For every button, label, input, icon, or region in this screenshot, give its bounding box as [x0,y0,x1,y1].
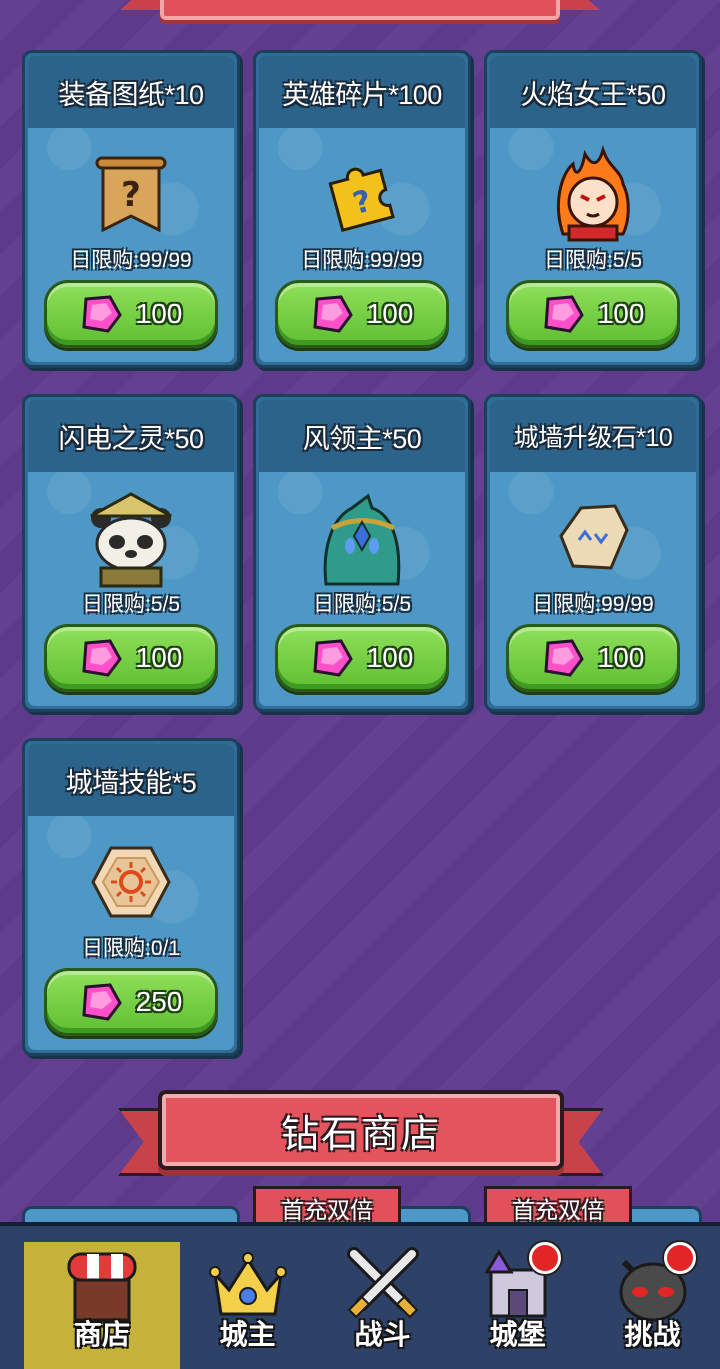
gem-icon [544,295,584,333]
item-title: 火焰女王*50 [520,79,666,110]
item-title: 风领主*50 [302,423,422,454]
daily-limit-text: 日限购:5/5 [81,593,181,616]
gem-icon [313,639,353,677]
notification-badge [663,1242,696,1274]
price-label: 100 [135,642,183,673]
rune-stone-icon [538,488,648,588]
castle-icon [475,1242,561,1324]
notification-badge [528,1242,561,1274]
nav-tab-shop[interactable]: 商店 [24,1242,180,1369]
fire-queen-portrait-icon [538,144,648,244]
item-title: 闪电之灵*50 [58,423,204,454]
price-label: 100 [597,642,645,673]
buy-button[interactable]: 100 [44,280,218,348]
top-banner-ribbon [120,0,600,30]
daily-limit-text: 日限购:99/99 [301,249,423,272]
price-label: 250 [135,986,183,1017]
buy-button[interactable]: 100 [44,624,218,692]
shop-item-card[interactable]: 闪电之灵*50 日限购:5/5 100 [22,394,240,712]
puzzle-piece-icon: ? [307,144,417,244]
nav-label: 挑战 [624,1319,681,1350]
diamond-shop-banner: 钻石商店 [118,1090,604,1190]
daily-limit-text: 日限购:99/99 [532,593,654,616]
nav-tab-lord[interactable]: 城主 [180,1226,315,1369]
item-title: 英雄碎片*100 [282,79,442,110]
shop-item-card[interactable]: 风领主*50 日限购:5/5 100 [253,394,471,712]
wind-lord-portrait-icon [307,488,417,588]
gem-icon [544,639,584,677]
nav-label: 商店 [73,1319,130,1350]
gem-icon [82,639,122,677]
price-label: 100 [366,298,414,329]
buy-button[interactable]: 100 [275,624,449,692]
nav-label: 战斗 [354,1319,411,1350]
shop-item-card[interactable]: 城墙升级石*10 日限购:99/99 100 [484,394,702,712]
sun-hexagon-skill-icon [76,832,186,932]
panda-warrior-portrait-icon [76,488,186,588]
item-title: 装备图纸*10 [58,79,204,110]
gem-icon [313,295,353,333]
bottom-nav: 商店 城主 战斗 城堡 挑战 [0,1222,720,1369]
gem-icon [82,983,122,1021]
buy-button[interactable]: 100 [506,624,680,692]
demon-helmet-icon [610,1242,696,1324]
svg-text:?: ? [121,175,141,215]
shop-item-card[interactable]: 城墙技能*5 日限购:0/1 250 [22,738,240,1056]
price-label: 100 [597,298,645,329]
price-label: 100 [366,642,414,673]
crossed-swords-icon [340,1244,426,1324]
shop-item-card[interactable]: 火焰女王*50 日限购:5/5 100 [484,50,702,368]
item-title: 城墙技能*5 [65,767,197,798]
gem-icon [82,295,122,333]
shop-item-card[interactable]: 英雄碎片*100 ? 日限购:99/99 100 [253,50,471,368]
buy-button[interactable]: 100 [275,280,449,348]
nav-tab-battle[interactable]: 战斗 [315,1226,450,1369]
section-title: 钻石商店 [280,1113,441,1156]
nav-tab-challenge[interactable]: 挑战 [585,1226,720,1369]
daily-limit-text: 日限购:5/5 [312,593,412,616]
price-label: 100 [135,298,183,329]
nav-label: 城堡 [489,1319,546,1350]
crown-icon [205,1244,291,1324]
scroll-blueprint-icon: ? [76,144,186,244]
buy-button[interactable]: 250 [44,968,218,1036]
item-title: 城墙升级石*10 [513,424,673,452]
nav-tab-castle[interactable]: 城堡 [450,1226,585,1369]
buy-button[interactable]: 100 [506,280,680,348]
shop-item-card[interactable]: 装备图纸*10 ? 日限购:99/99 100 [22,50,240,368]
daily-limit-text: 日限购:99/99 [70,249,192,272]
daily-limit-text: 日限购:5/5 [543,249,643,272]
nav-label: 城主 [219,1319,276,1350]
daily-limit-text: 日限购:0/1 [81,937,181,960]
